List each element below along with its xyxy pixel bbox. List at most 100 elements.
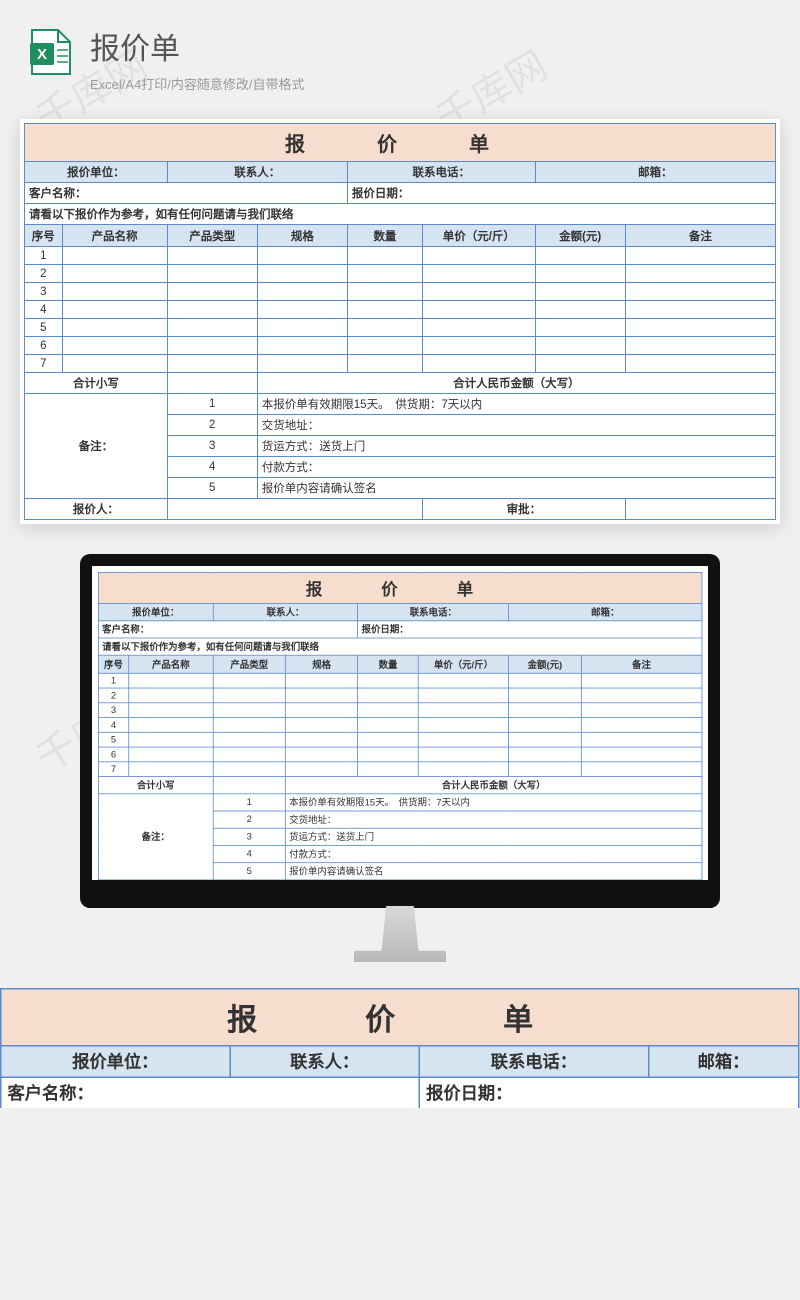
note-line: 请看以下报价作为参考，如有任何问题请与我们联络: [25, 204, 776, 225]
col-remark: 备注: [581, 655, 702, 673]
page-subtitle: Excel/A4打印/内容随意修改/自带格式: [90, 74, 305, 93]
subtotal-small: 合计小写: [98, 777, 213, 794]
lbl-quote-unit: 报价单位：: [98, 604, 213, 621]
lbl-contact: 联系人：: [230, 1046, 419, 1078]
remark-num: 3: [167, 436, 257, 457]
lbl-date: 报价日期：: [419, 1077, 798, 1108]
table-row: 3: [25, 283, 776, 301]
table-row: 2: [98, 688, 701, 703]
lbl-contact: 联系人：: [213, 604, 358, 621]
subtotal-small: 合计小写: [25, 373, 168, 394]
lbl-email: 邮箱：: [535, 162, 775, 183]
monitor-stand: [354, 906, 446, 962]
lbl-quote-unit: 报价单位：: [25, 162, 168, 183]
remark-text: 交货地址：: [257, 415, 775, 436]
lbl-phone: 联系电话：: [347, 162, 535, 183]
svg-text:X: X: [37, 46, 47, 63]
col-type: 产品类型: [213, 655, 285, 673]
remark-text: 交货地址：: [285, 811, 701, 828]
page-title: 报价单: [90, 24, 305, 68]
remark-num: 2: [213, 811, 285, 828]
lbl-email: 邮箱：: [509, 604, 702, 621]
lbl-quoter: 报价人：: [25, 499, 168, 520]
table-row: 2: [25, 265, 776, 283]
col-spec: 规格: [257, 225, 347, 247]
lbl-client: 客户名称：: [1, 1077, 420, 1108]
col-price: 单价（元/斤）: [422, 225, 535, 247]
col-amount: 金额(元): [509, 655, 581, 673]
row-seq: 1: [98, 673, 128, 688]
remark-text: 本报价单有效期限15天。 供货期：7天以内: [257, 394, 775, 415]
col-spec: 规格: [285, 655, 357, 673]
lbl-email: 邮箱：: [648, 1046, 798, 1078]
sheet-title: 报 价 单: [98, 572, 701, 603]
row-seq: 2: [98, 688, 128, 703]
remark-num: 4: [167, 457, 257, 478]
table-row: 7: [25, 355, 776, 373]
remark-num: 1: [167, 394, 257, 415]
remark-num: 5: [167, 478, 257, 499]
subtotal-big: 合计人民币金额（大写）: [285, 777, 701, 794]
lbl-date: 报价日期：: [347, 183, 775, 204]
row-seq: 4: [25, 301, 63, 319]
row-seq: 3: [98, 703, 128, 718]
remarks-label: 备注：: [98, 794, 213, 880]
col-seq: 序号: [98, 655, 128, 673]
template-preview-zoom: 报 价 单 报价单位： 联系人： 联系电话： 邮箱： 客户名称： 报价日期： 请…: [0, 988, 800, 1108]
remark-text: 付款方式：: [285, 845, 701, 862]
table-row: 3: [98, 703, 701, 718]
note-line: 请看以下报价作为参考，如有任何问题请与我们联络: [98, 638, 701, 655]
col-name: 产品名称: [62, 225, 167, 247]
table-row: 5: [25, 319, 776, 337]
remark-text: 货运方式：送货上门: [257, 436, 775, 457]
col-price: 单价（元/斤）: [418, 655, 509, 673]
remark-num: 4: [213, 845, 285, 862]
table-row: 6: [25, 337, 776, 355]
remark-num: 1: [213, 794, 285, 811]
quote-table: 报 价 单 报价单位： 联系人： 联系电话： 邮箱： 客户名称： 报价日期： 请…: [24, 123, 776, 520]
quote-table-monitor: 报 价 单 报价单位： 联系人： 联系电话： 邮箱： 客户名称： 报价日期： 请…: [98, 572, 702, 880]
col-remark: 备注: [625, 225, 775, 247]
col-amount: 金额(元): [535, 225, 625, 247]
remark-text: 付款方式：: [257, 457, 775, 478]
quote-table-zoom: 报 价 单 报价单位： 联系人： 联系电话： 邮箱： 客户名称： 报价日期： 请…: [0, 988, 799, 1108]
row-seq: 5: [25, 319, 63, 337]
remark-text: 货运方式：送货上门: [285, 828, 701, 845]
row-seq: 2: [25, 265, 63, 283]
row-seq: 1: [25, 247, 63, 265]
lbl-phone: 联系电话：: [358, 604, 509, 621]
col-seq: 序号: [25, 225, 63, 247]
table-row: 1: [98, 673, 701, 688]
lbl-approve: 审批：: [422, 499, 625, 520]
table-row: 1: [25, 247, 776, 265]
column-headers: 序号 产品名称 产品类型 规格 数量 单价（元/斤） 金额(元) 备注: [25, 225, 776, 247]
lbl-date: 报价日期：: [358, 621, 702, 638]
col-name: 产品名称: [129, 655, 213, 673]
col-qty: 数量: [358, 655, 418, 673]
table-row: 6: [98, 747, 701, 762]
row-seq: 3: [25, 283, 63, 301]
remark-text: 报价单内容请确认签名: [285, 863, 701, 880]
remarks-label: 备注：: [25, 394, 168, 499]
table-row: 5: [98, 732, 701, 747]
excel-file-icon: X: [30, 28, 72, 76]
subtotal-big: 合计人民币金额（大写）: [257, 373, 775, 394]
remark-text: 本报价单有效期限15天。 供货期：7天以内: [285, 794, 701, 811]
lbl-quote-unit: 报价单位：: [1, 1046, 230, 1078]
lbl-phone: 联系电话：: [419, 1046, 648, 1078]
row-seq: 6: [25, 337, 63, 355]
lbl-client: 客户名称：: [25, 183, 348, 204]
lbl-contact: 联系人：: [167, 162, 347, 183]
row-seq: 6: [98, 747, 128, 762]
sheet-title: 报 价 单: [1, 989, 799, 1046]
row-seq: 7: [25, 355, 63, 373]
table-row: 4: [98, 718, 701, 733]
remark-num: 2: [167, 415, 257, 436]
table-row: 7: [98, 762, 701, 777]
row-seq: 4: [98, 718, 128, 733]
col-qty: 数量: [347, 225, 422, 247]
table-row: 4: [25, 301, 776, 319]
remark-num: 3: [213, 828, 285, 845]
monitor-mockup: 报 价 单 报价单位： 联系人： 联系电话： 邮箱： 客户名称： 报价日期： 请…: [0, 554, 800, 962]
remark-num: 5: [213, 863, 285, 880]
